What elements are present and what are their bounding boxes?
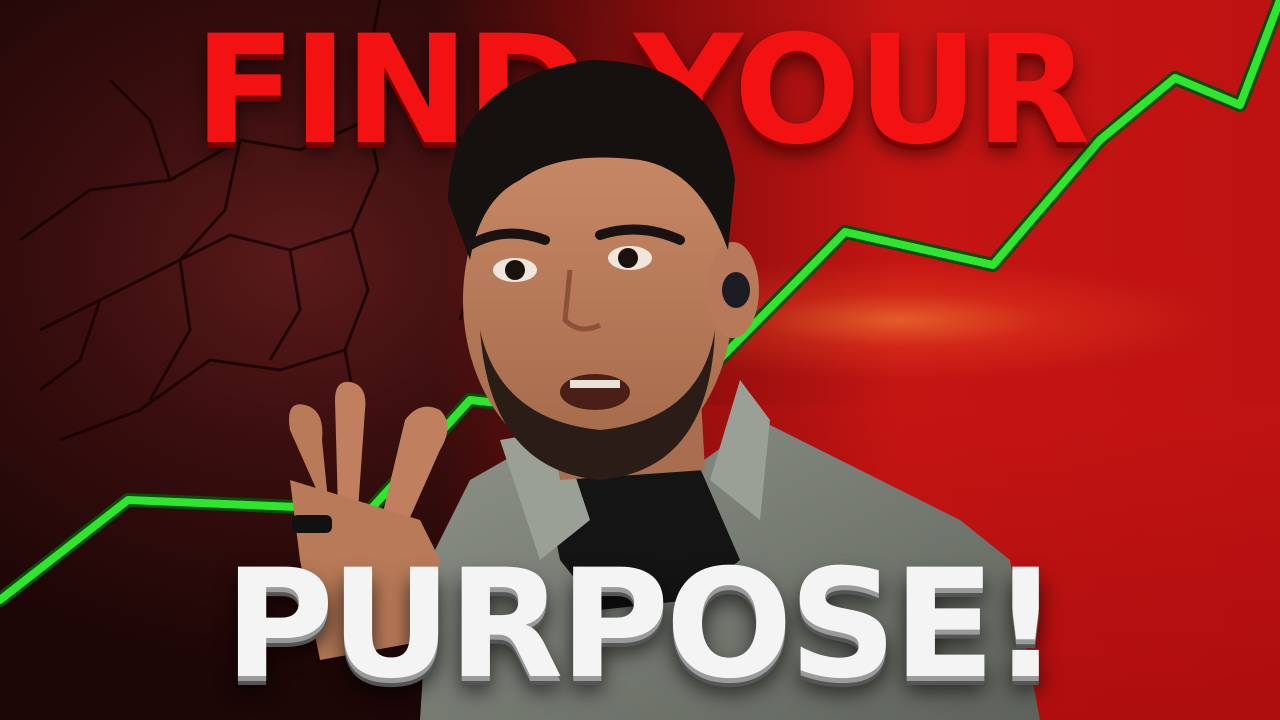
headline-purpose: PURPOSE! xyxy=(224,538,1060,712)
thumbnail: FIND YOUR PURPOSE! xyxy=(0,0,1280,720)
